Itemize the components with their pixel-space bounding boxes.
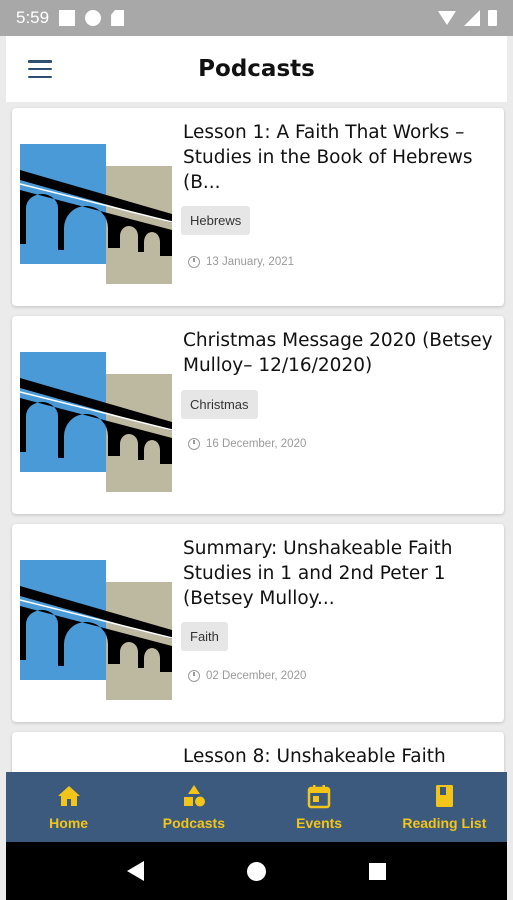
status-time: 5:59 <box>16 8 50 27</box>
notification-square-icon <box>59 10 76 26</box>
status-bar: 5:59 <box>0 0 513 36</box>
podcast-date-text: 02 December, 2020 <box>206 670 307 682</box>
podcast-thumbnail <box>20 144 172 284</box>
nav-reading-list-label: Reading List <box>402 815 487 831</box>
podcast-title: Lesson 8: Unshakeable Faith <box>183 746 446 767</box>
category-tag[interactable]: Faith <box>181 622 228 651</box>
system-navigation-bar <box>6 842 507 900</box>
clock-icon <box>188 256 200 268</box>
nav-podcasts-label: Podcasts <box>162 815 225 831</box>
nav-podcasts[interactable]: Podcasts <box>131 772 256 842</box>
podcast-title: Summary: Unshakeable Faith Studies in 1 … <box>183 538 453 609</box>
recent-apps-icon[interactable] <box>368 862 386 880</box>
podcast-card[interactable]: Lesson 1: A Faith That Works – Studies i… <box>12 108 504 306</box>
notification-p-icon <box>85 10 102 26</box>
category-tag[interactable]: Christmas <box>181 390 258 419</box>
podcast-title: Lesson 1: A Faith That Works – Studies i… <box>183 122 473 193</box>
back-icon[interactable] <box>127 861 145 881</box>
podcast-date-text: 16 December, 2020 <box>206 438 307 450</box>
category-tag[interactable]: Hebrews <box>181 206 251 235</box>
podcast-date: 16 December, 2020 <box>188 438 306 450</box>
nav-home-label: Home <box>49 815 89 831</box>
page-title: Podcasts <box>198 56 315 82</box>
podcast-date-text: 13 January, 2021 <box>206 256 295 268</box>
bottom-navigation: Home Podcasts Events Reading List <box>6 772 507 842</box>
clock-icon <box>188 670 200 682</box>
podcast-date: 02 December, 2020 <box>188 670 306 682</box>
battery-icon <box>488 10 497 26</box>
nav-home[interactable]: Home <box>6 772 131 842</box>
nav-reading-list[interactable]: Reading List <box>382 772 507 842</box>
podcast-list: Lesson 1: A Faith That Works – Studies i… <box>12 108 504 802</box>
hamburger-menu-icon[interactable] <box>28 60 52 78</box>
sd-card-icon <box>111 10 125 26</box>
home-circle-icon[interactable] <box>246 861 266 881</box>
home-icon <box>57 786 80 806</box>
nav-events-label: Events <box>296 815 343 831</box>
clock-icon <box>188 438 200 450</box>
book-icon <box>436 785 454 807</box>
podcast-title: Christmas Message 2020 (Betsey Mulloy– 1… <box>183 330 493 376</box>
podcast-thumbnail <box>20 560 172 700</box>
app-bar: Podcasts <box>6 36 507 102</box>
podcast-date: 13 January, 2021 <box>188 256 294 268</box>
podcast-card[interactable]: Summary: Unshakeable Faith Studies in 1 … <box>12 524 504 722</box>
wifi-icon <box>438 11 456 25</box>
calendar-icon <box>307 785 331 809</box>
nav-events[interactable]: Events <box>257 772 382 842</box>
podcast-thumbnail <box>20 352 172 492</box>
shapes-icon <box>183 785 205 807</box>
cell-signal-icon <box>464 10 480 26</box>
podcast-card[interactable]: Christmas Message 2020 (Betsey Mulloy– 1… <box>12 316 504 514</box>
